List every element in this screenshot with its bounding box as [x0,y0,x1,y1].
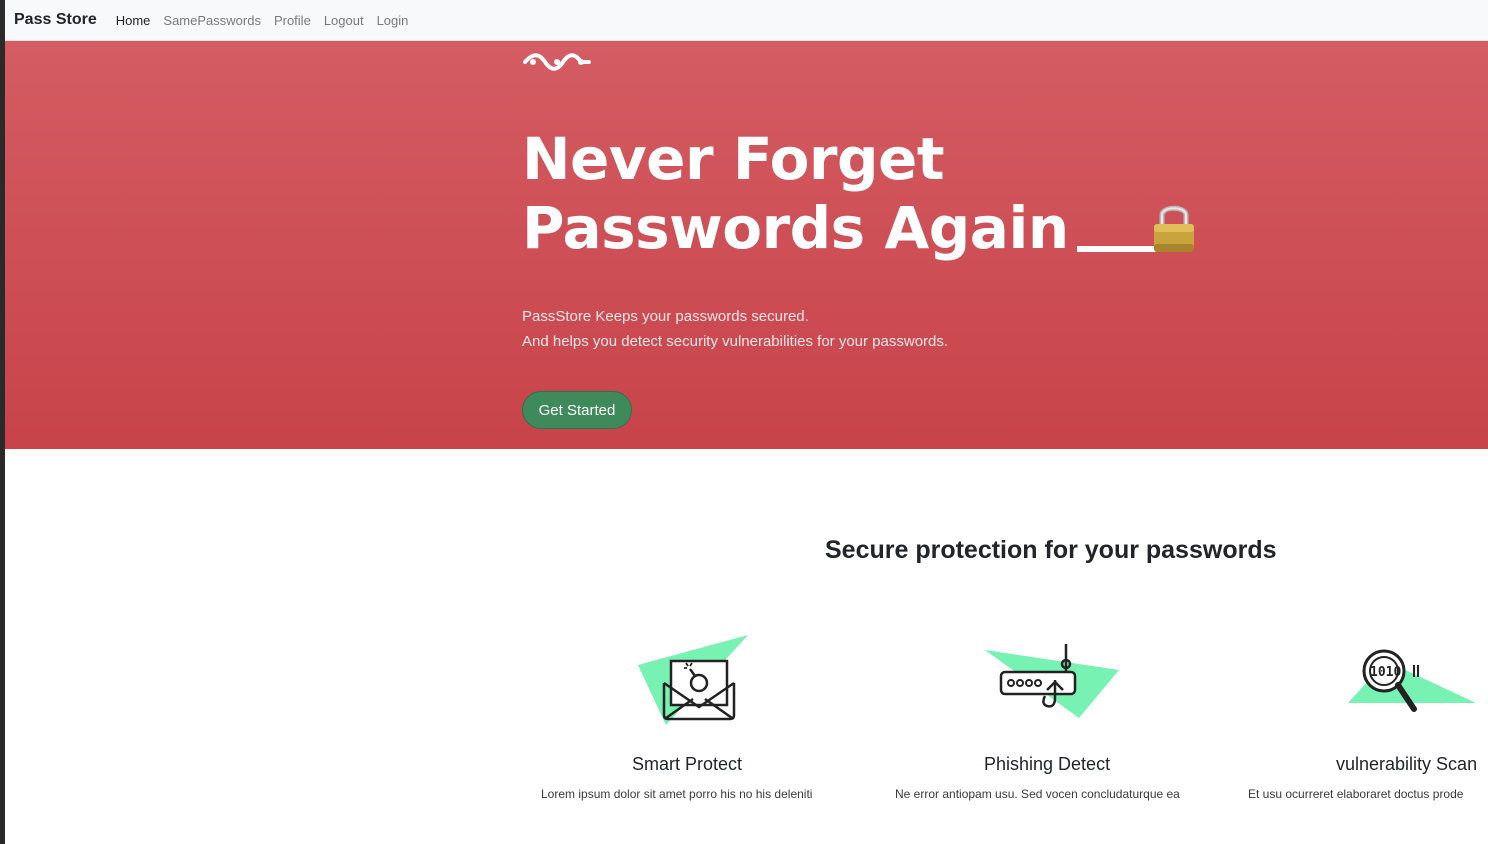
section-title: Secure protection for your passwords [825,536,1277,564]
hero-title: Never Forget Passwords Again [522,125,1185,263]
nav-link-same-passwords[interactable]: SamePasswords [163,13,261,28]
magnifier-binary-icon: 1010 [1348,649,1476,712]
hero-subtitle-line-1: PassStore Keeps your passwords secured. [522,308,809,325]
hero-subtitle: PassStore Keeps your passwords secured. … [522,304,948,354]
top-navbar: Pass Store Home SamePasswords Profile Lo… [5,0,1488,41]
padlock-icon [1154,205,1194,252]
router-hook-icon [985,644,1119,718]
brand-link[interactable]: Pass Store [14,11,97,29]
feature-title-vulnerability-scan: vulnerability Scan [1336,754,1478,774]
hero-subtitle-line-2: And helps you detect security vulnerabil… [522,333,949,350]
svg-text:1010: 1010 [1370,665,1401,680]
feature-title-smart-protect: Smart Protect [632,754,743,774]
get-started-button[interactable]: Get Started [522,391,632,429]
feature-desc-vulnerability-scan: Et usu ocurreret elaboraret doctus prode [1248,787,1464,801]
nav-link-home[interactable]: Home [116,13,151,28]
feature-desc-smart-protect: Lorem ipsum dolor sit amet porro his no … [541,787,813,801]
nav-link-login[interactable]: Login [377,13,409,28]
envelope-bomb-icon [638,635,748,725]
feature-desc-phishing-detect: Ne error antiopam usu. Sed vocen conclud… [895,787,1180,801]
nav-link-logout[interactable]: Logout [324,13,364,28]
nav-links: Home SamePasswords Profile Logout Login [116,13,422,28]
wave-chain-logo [523,53,591,71]
hero-banner: Never Forget Passwords Again PassStore K… [5,41,1488,449]
nav-link-profile[interactable]: Profile [274,13,311,28]
feature-title-phishing-detect: Phishing Detect [984,754,1111,774]
hero-title-line-2: Passwords Again [522,194,1185,263]
hero-title-line-2-text: Passwords Again [522,194,1069,262]
hero-title-line-1: Never Forget [522,125,945,193]
